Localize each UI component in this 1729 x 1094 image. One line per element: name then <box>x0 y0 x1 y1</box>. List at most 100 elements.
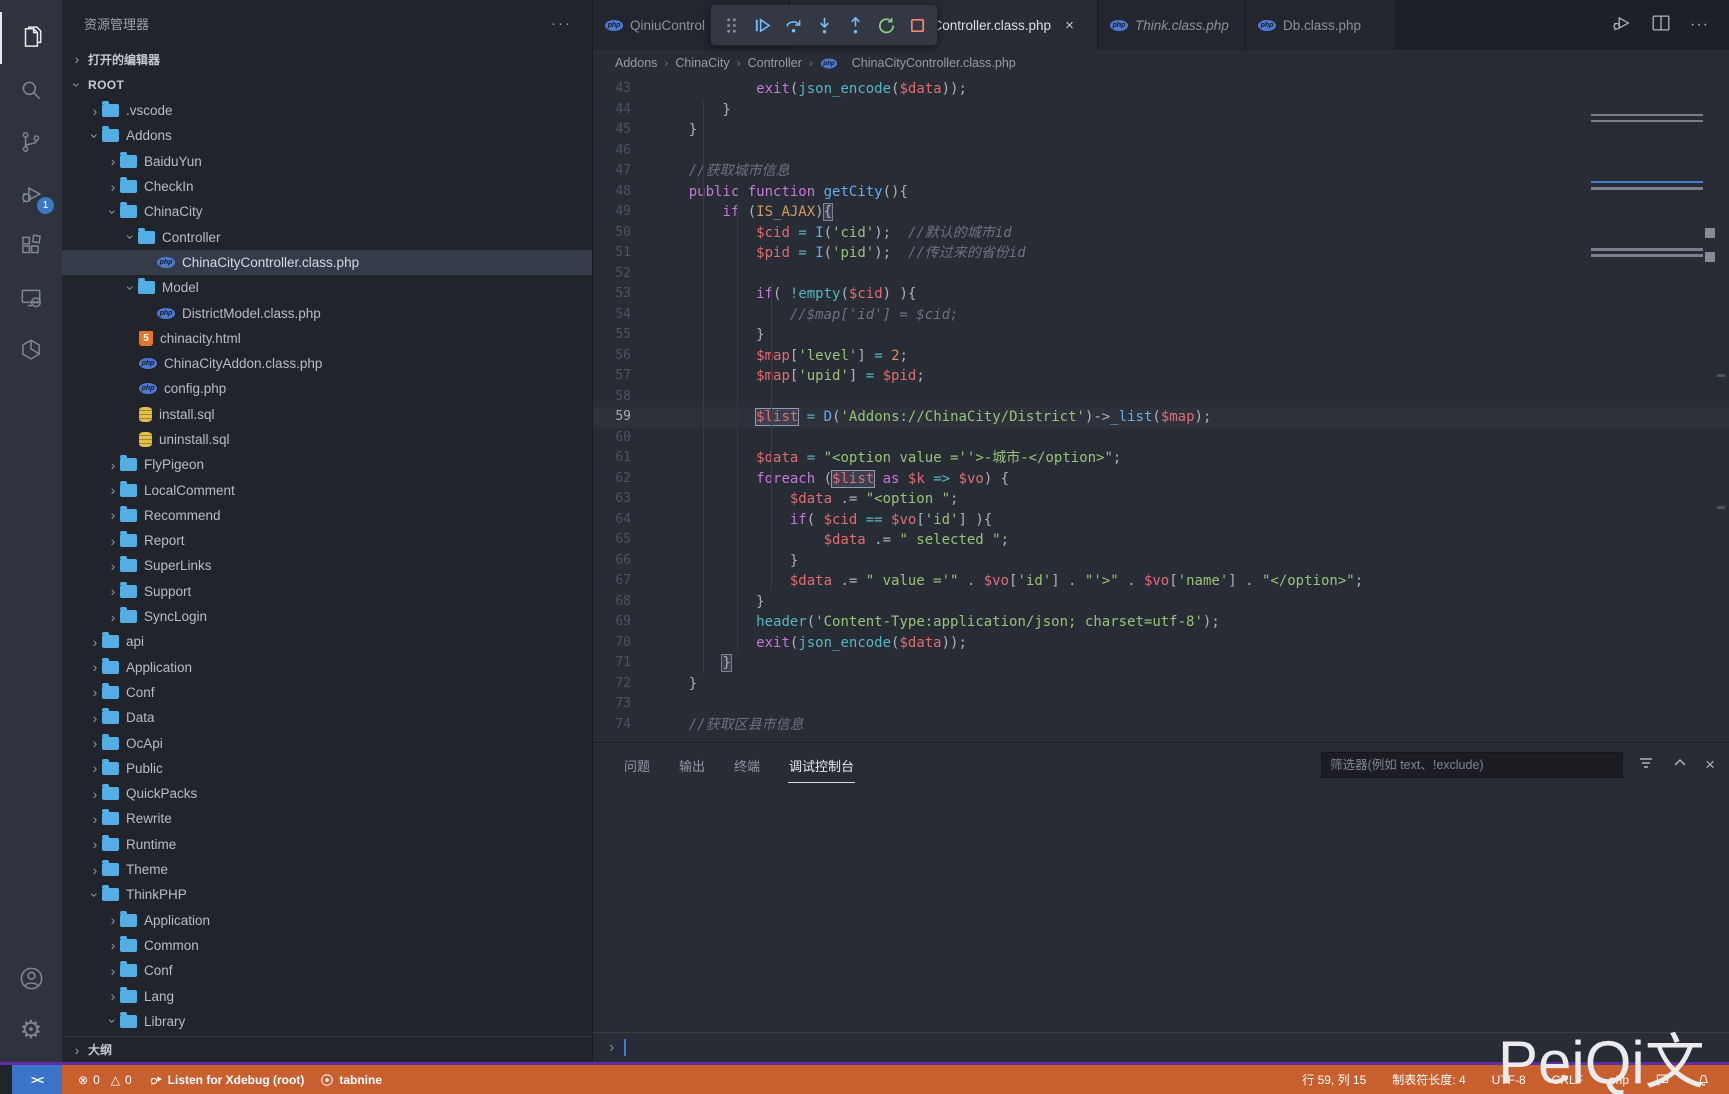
folder-icon <box>102 863 119 876</box>
tree-item-data[interactable]: ›Data <box>62 705 592 730</box>
tree-item-conf[interactable]: ›Conf <box>62 680 592 705</box>
tree-item-model[interactable]: ›Model <box>62 275 592 300</box>
settings-gear-icon[interactable]: ⚙ <box>0 1004 62 1056</box>
folder-icon <box>120 458 137 471</box>
explorer-icon[interactable] <box>0 12 62 64</box>
editor-more-icon[interactable]: ··· <box>1690 16 1709 34</box>
tree-item-application[interactable]: ›Application <box>62 655 592 680</box>
tab-db-class-php[interactable]: phpDb.class.php <box>1246 0 1396 50</box>
filter-lines-icon[interactable] <box>1637 754 1655 777</box>
debug-filter-input[interactable] <box>1321 752 1623 778</box>
tree-item-chinacity-html[interactable]: 5chinacity.html <box>62 326 592 351</box>
tree-item-uninstall-sql[interactable]: uninstall.sql <box>62 427 592 452</box>
step-over-icon[interactable] <box>781 10 805 40</box>
tree-item-application[interactable]: ›Application <box>62 908 592 933</box>
tree-item-public[interactable]: ›Public <box>62 756 592 781</box>
remote-explorer-icon[interactable] <box>0 272 62 324</box>
eol-status[interactable]: CRLF <box>1552 1073 1583 1087</box>
encoding-status[interactable]: UTF-8 <box>1492 1073 1526 1087</box>
cursor-position-status[interactable]: 行 59, 列 15 <box>1302 1071 1366 1088</box>
tree-item-api[interactable]: ›api <box>62 629 592 654</box>
breadcrumb-item[interactable]: ChinaCity <box>675 56 729 70</box>
run-debug-icon[interactable]: 1 <box>0 168 62 220</box>
continue-icon[interactable] <box>750 10 774 40</box>
breadcrumb-item[interactable]: Addons <box>615 56 657 70</box>
tree-item-chinacitycontroller-class-php[interactable]: phpChinaCityController.class.php <box>62 250 592 275</box>
tree-item-library[interactable]: ›Library <box>62 1009 592 1034</box>
tree-item-support[interactable]: ›Support <box>62 579 592 604</box>
maximize-panel-icon[interactable] <box>1672 755 1688 776</box>
remote-indicator[interactable]: >< <box>12 1065 62 1094</box>
tree-item-lang[interactable]: ›Lang <box>62 983 592 1008</box>
breadcrumb-item[interactable]: Controller <box>748 56 802 70</box>
code-editor[interactable]: 43 exit(json_encode($data));44 }45 }4647… <box>593 76 1729 742</box>
code-line-70: 70 exit(json_encode($data)); <box>593 633 1729 654</box>
panel-tab-调试控制台[interactable]: 调试控制台 <box>788 750 855 781</box>
tree-item-thinkphp[interactable]: ›ThinkPHP <box>62 882 592 907</box>
tree-item-chinacity[interactable]: ›ChinaCity <box>62 199 592 224</box>
tabnine-status[interactable]: tabnine <box>320 1073 382 1087</box>
indent-guide <box>771 284 772 591</box>
tree-item-conf[interactable]: ›Conf <box>62 958 592 983</box>
tree-item-addons[interactable]: ›Addons <box>62 123 592 148</box>
breadcrumb-item[interactable]: ChinaCityController.class.php <box>852 56 1016 70</box>
tree-item-config-php[interactable]: phpconfig.php <box>62 376 592 401</box>
split-editor-icon[interactable] <box>1650 12 1672 39</box>
tree-item-install-sql[interactable]: install.sql <box>62 402 592 427</box>
search-icon[interactable] <box>0 64 62 116</box>
drag-grip-icon[interactable] <box>719 10 743 40</box>
tree-item-baiduyun[interactable]: ›BaiduYun <box>62 149 592 174</box>
indentation-status[interactable]: 制表符长度: 4 <box>1392 1071 1465 1088</box>
tree-item-quickpacks[interactable]: ›QuickPacks <box>62 781 592 806</box>
panel-tab-问题[interactable]: 问题 <box>623 750 651 781</box>
open-editors-section[interactable]: › 打开的编辑器 <box>62 46 592 72</box>
tree-item-rewrite[interactable]: ›Rewrite <box>62 806 592 831</box>
tree-item-theme[interactable]: ›Theme <box>62 857 592 882</box>
breadcrumb-separator: › <box>737 56 741 70</box>
feedback-icon[interactable] <box>1655 1072 1670 1087</box>
root-section[interactable]: › ROOT <box>62 72 592 98</box>
tree-item-districtmodel-class-php[interactable]: phpDistrictModel.class.php <box>62 300 592 325</box>
package-icon[interactable] <box>0 324 62 376</box>
tree-item-runtime[interactable]: ›Runtime <box>62 832 592 857</box>
close-panel-icon[interactable]: × <box>1705 755 1715 775</box>
stop-icon[interactable] <box>905 10 929 40</box>
extensions-icon[interactable] <box>0 220 62 272</box>
tree-item-flypigeon[interactable]: ›FlyPigeon <box>62 452 592 477</box>
close-icon[interactable]: × <box>1065 17 1074 34</box>
tree-item-label: .vscode <box>126 103 173 118</box>
problems-status[interactable]: ⊗ 0 △ 0 <box>78 1073 132 1087</box>
tree-item-synclogin[interactable]: ›SyncLogin <box>62 604 592 629</box>
bell-icon[interactable] <box>1696 1072 1711 1087</box>
tree-item-report[interactable]: ›Report <box>62 528 592 553</box>
run-debug-editor-icon[interactable] <box>1610 12 1632 39</box>
debug-repl-row[interactable]: › <box>593 1032 1729 1062</box>
outline-section[interactable]: › 大纲 <box>62 1036 592 1062</box>
tree-item-controller[interactable]: ›Controller <box>62 224 592 249</box>
chevron-right-icon: › <box>106 180 120 194</box>
tree-item-chinacityaddon-class-php[interactable]: phpChinaCityAddon.class.php <box>62 351 592 376</box>
panel-tab-终端[interactable]: 终端 <box>733 750 761 781</box>
language-status[interactable]: php <box>1609 1073 1629 1087</box>
account-icon[interactable] <box>0 952 62 1004</box>
sql-file-icon <box>139 407 152 422</box>
restart-icon[interactable] <box>874 10 898 40</box>
tree-item-recommend[interactable]: ›Recommend <box>62 503 592 528</box>
tree-item-checkin[interactable]: ›CheckIn <box>62 174 592 199</box>
tree-item-localcomment[interactable]: ›LocalComment <box>62 477 592 502</box>
step-out-icon[interactable] <box>843 10 867 40</box>
folder-icon <box>102 762 119 775</box>
folder-icon <box>102 812 119 825</box>
step-into-icon[interactable] <box>812 10 836 40</box>
tree-item-superlinks[interactable]: ›SuperLinks <box>62 553 592 578</box>
minimap[interactable] <box>1591 80 1703 281</box>
sidebar-more-icon[interactable]: ··· <box>551 15 572 32</box>
tab-think-class-php[interactable]: phpThink.class.php <box>1098 0 1246 50</box>
tree-item-common[interactable]: ›Common <box>62 933 592 958</box>
tree-item-ocapi[interactable]: ›OcApi <box>62 730 592 755</box>
panel-tab-输出[interactable]: 输出 <box>678 750 706 781</box>
source-control-icon[interactable] <box>0 116 62 168</box>
tree-item--vscode[interactable]: ›.vscode <box>62 98 592 123</box>
debug-badge: 1 <box>37 197 54 214</box>
debug-listen-status[interactable]: Listen for Xdebug (root) <box>148 1072 305 1087</box>
